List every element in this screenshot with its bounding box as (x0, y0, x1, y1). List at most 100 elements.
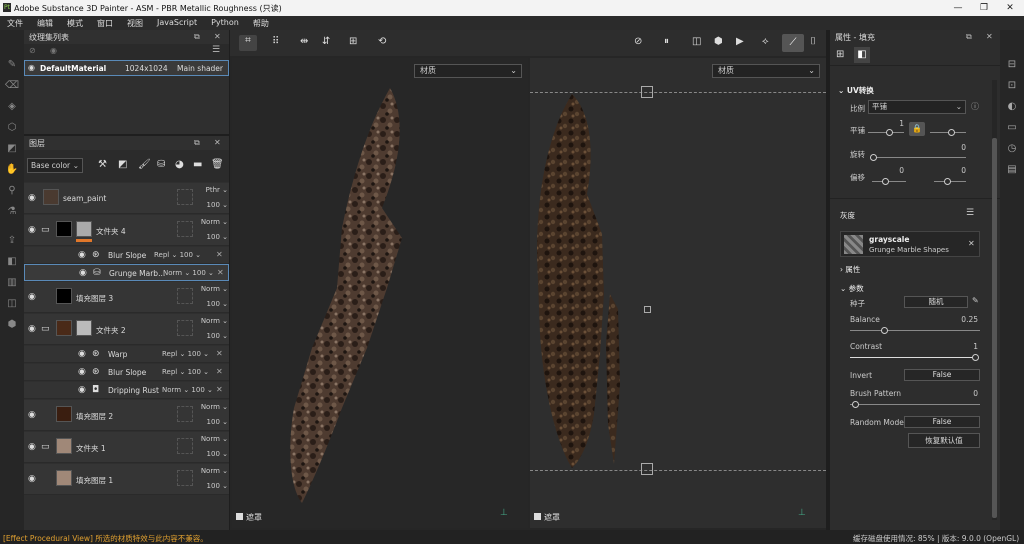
layer-opacity[interactable]: 100 ⌄ (196, 450, 228, 458)
color-picker-icon[interactable]: ⚗ (0, 201, 24, 222)
display-settings-icon[interactable]: ◫ (0, 293, 24, 314)
menu-javascript[interactable]: JavaScript (150, 16, 204, 30)
viewport-3d-mask-toggle[interactable]: 遮罩 (236, 512, 262, 523)
layer-opacity[interactable]: 100 ⌄ (196, 332, 228, 340)
eye-icon[interactable]: ◉ (28, 292, 36, 302)
remove-effect-icon[interactable]: ✕ (217, 268, 224, 277)
add-mask-icon[interactable]: ◩ (118, 159, 127, 170)
polygon-fill-icon[interactable]: ◩ (0, 138, 24, 159)
shelf-icon[interactable]: ▥ (0, 272, 24, 293)
mirror-y-icon[interactable]: ⇵ (322, 36, 330, 47)
log-icon[interactable]: ▤ (1000, 159, 1024, 180)
balance-slider-knob[interactable] (881, 327, 888, 334)
layer-opacity[interactable]: 100 ⌄ (196, 233, 228, 241)
random-mode-toggle[interactable]: False (904, 416, 980, 428)
maximize-icon[interactable]: ❐ (972, 1, 996, 15)
uv-section-title[interactable]: ⌄ UV转换 (838, 85, 874, 96)
layer-blend-mode[interactable]: Norm ⌄ (196, 403, 228, 411)
cube-icon[interactable]: ⬢ (0, 314, 24, 335)
layer-mask-slot[interactable] (177, 288, 193, 304)
contrast-slider-knob[interactable] (972, 354, 979, 361)
layer-mask-slot[interactable] (177, 470, 193, 486)
history-icon[interactable]: ◷ (1000, 138, 1024, 159)
tile-slider-2-knob[interactable] (948, 129, 955, 136)
eraser-icon[interactable]: ⌫ (0, 75, 24, 96)
effect-blend-opacity[interactable]: Norm ⌄ 100 ⌄ (162, 386, 222, 394)
layer-blend-mode[interactable]: Norm ⌄ (196, 467, 228, 475)
attributes-section-title[interactable]: › 属性 (840, 264, 860, 275)
eye-icon[interactable]: ◉ (28, 225, 36, 235)
remove-effect-icon[interactable]: ✕ (216, 367, 223, 376)
tile-slider-knob[interactable] (886, 129, 893, 136)
tab-grayscale-icon[interactable]: ◧ (854, 47, 870, 63)
effect-row[interactable]: ◉ ⊛ Blur Slope Repl ⌄ 100 ⌄ ✕ (24, 247, 229, 264)
brush-pattern-slider-knob[interactable] (852, 401, 859, 408)
menu-python[interactable]: Python (204, 16, 246, 30)
layer-row[interactable]: ◉ 填充图层 3 Norm ⌄ 100 ⌄ (24, 282, 229, 313)
menu-edit[interactable]: 编辑 (30, 16, 60, 30)
layer-row[interactable]: ◉ seam_paint Pthr ⌄ 100 ⌄ (24, 183, 229, 214)
scrollbar[interactable] (992, 80, 997, 520)
add-fill-layer-icon[interactable]: ⛁ (157, 159, 165, 170)
undock-icon[interactable]: ⧉ (966, 32, 972, 42)
eye-icon[interactable]: ◉ (78, 349, 86, 359)
shelf-panel-icon[interactable]: ⊟ (1000, 54, 1024, 75)
remove-effect-icon[interactable]: ✕ (216, 250, 223, 259)
layer-row[interactable]: ◉ ▭ 文件夹 2 Norm ⌄ 100 ⌄ (24, 314, 229, 345)
viewport-3d-channel-select[interactable]: 材质 ⌄ (414, 64, 522, 78)
list-options-icon[interactable]: ☰ (966, 208, 974, 218)
visibility-icon[interactable]: ◉ (50, 46, 57, 55)
remove-resource-icon[interactable]: ✕ (968, 239, 975, 248)
effect-row[interactable]: ◉ ⊛ Blur Slope Repl ⌄ 100 ⌄ ✕ (24, 364, 229, 381)
layer-row[interactable]: ◉ ▭ 文件夹 4 Norm ⌄ 100 ⌄ (24, 215, 229, 246)
layer-opacity[interactable]: 100 ⌄ (196, 201, 228, 209)
eye-icon[interactable]: ◉ (28, 63, 35, 72)
eye-icon[interactable]: ◉ (78, 250, 86, 260)
eye-icon[interactable]: ◉ (78, 385, 86, 395)
edit-icon[interactable]: ✎ (972, 296, 979, 305)
paint-brush-icon[interactable]: ✎ (0, 54, 24, 75)
parameters-section-title[interactable]: ⌄ 参数 (840, 283, 864, 294)
offset-a-slider-knob[interactable] (882, 178, 889, 185)
effect-blend-opacity[interactable]: Norm ⌄ 100 ⌄ (163, 269, 223, 277)
layer-mask-slot[interactable] (177, 438, 193, 454)
offset-a-slider-track[interactable] (872, 181, 906, 182)
effect-blend-opacity[interactable]: Repl ⌄ 100 ⌄ (154, 251, 214, 259)
menu-window[interactable]: 窗口 (90, 16, 120, 30)
close-panel-icon[interactable]: ✕ (214, 32, 221, 41)
close-icon[interactable]: ✕ (998, 1, 1022, 15)
offset-b-slider-knob[interactable] (944, 178, 951, 185)
layer-row[interactable]: ◉ 填充图层 2 Norm ⌄ 100 ⌄ (24, 400, 229, 431)
close-panel-icon[interactable]: ✕ (214, 138, 221, 147)
remove-effect-icon[interactable]: ✕ (216, 349, 223, 358)
eye-icon[interactable]: ◉ (79, 268, 87, 278)
viewer-settings-icon[interactable]: ▭ (1000, 117, 1024, 138)
balance-slider-track[interactable] (850, 330, 980, 331)
geometry-mask-icon[interactable]: ⬡ (0, 117, 24, 138)
viewport-2d[interactable]: 材质 ⌄ ⊥ 遮罩 (530, 58, 826, 528)
layer-blend-mode[interactable]: Norm ⌄ (196, 218, 228, 226)
ratio-select[interactable]: 平铺 ⌄ (868, 100, 966, 114)
menu-mode[interactable]: 模式 (60, 16, 90, 30)
eye-icon[interactable]: ◉ (28, 324, 36, 334)
layer-row[interactable]: ◉ ▭ 文件夹 1 Norm ⌄ 100 ⌄ (24, 432, 229, 463)
minimize-icon[interactable]: — (946, 1, 970, 15)
menu-view[interactable]: 视图 (120, 16, 150, 30)
texture-set-row[interactable]: ◉ DefaultMaterial 1024x1024 Main shader (24, 60, 229, 76)
split-view-icon[interactable]: ◫ (692, 36, 701, 47)
eye-icon[interactable]: ◉ (28, 442, 36, 452)
effect-row[interactable]: ◉ ◘ Dripping Rust Norm ⌄ 100 ⌄ ✕ (24, 382, 229, 399)
viewport-2d-mask-toggle[interactable]: 遮罩 (534, 512, 560, 523)
menu-file[interactable]: 文件 (0, 16, 30, 30)
export-icon[interactable]: ⇪ (0, 230, 24, 251)
symmetry-icon[interactable]: ⟡ (762, 36, 769, 47)
effect-row-selected[interactable]: ◉ ⛁ Grunge Marb... Norm ⌄ 100 ⌄ ✕ (24, 264, 229, 281)
reset-defaults-button[interactable]: 恢复默认值 (908, 433, 980, 448)
add-paint-layer-icon[interactable]: 🖌 (138, 159, 151, 170)
close-panel-icon[interactable]: ✕ (986, 32, 993, 41)
rotate-slider-knob[interactable] (870, 154, 877, 161)
seed-random-button[interactable]: 随机 (904, 296, 968, 308)
menu-help[interactable]: 帮助 (246, 16, 276, 30)
viewport-3d[interactable]: 材质 ⌄ ⊥ 遮罩 (232, 58, 528, 528)
clone-stamp-icon[interactable]: ⚲ (0, 180, 24, 201)
